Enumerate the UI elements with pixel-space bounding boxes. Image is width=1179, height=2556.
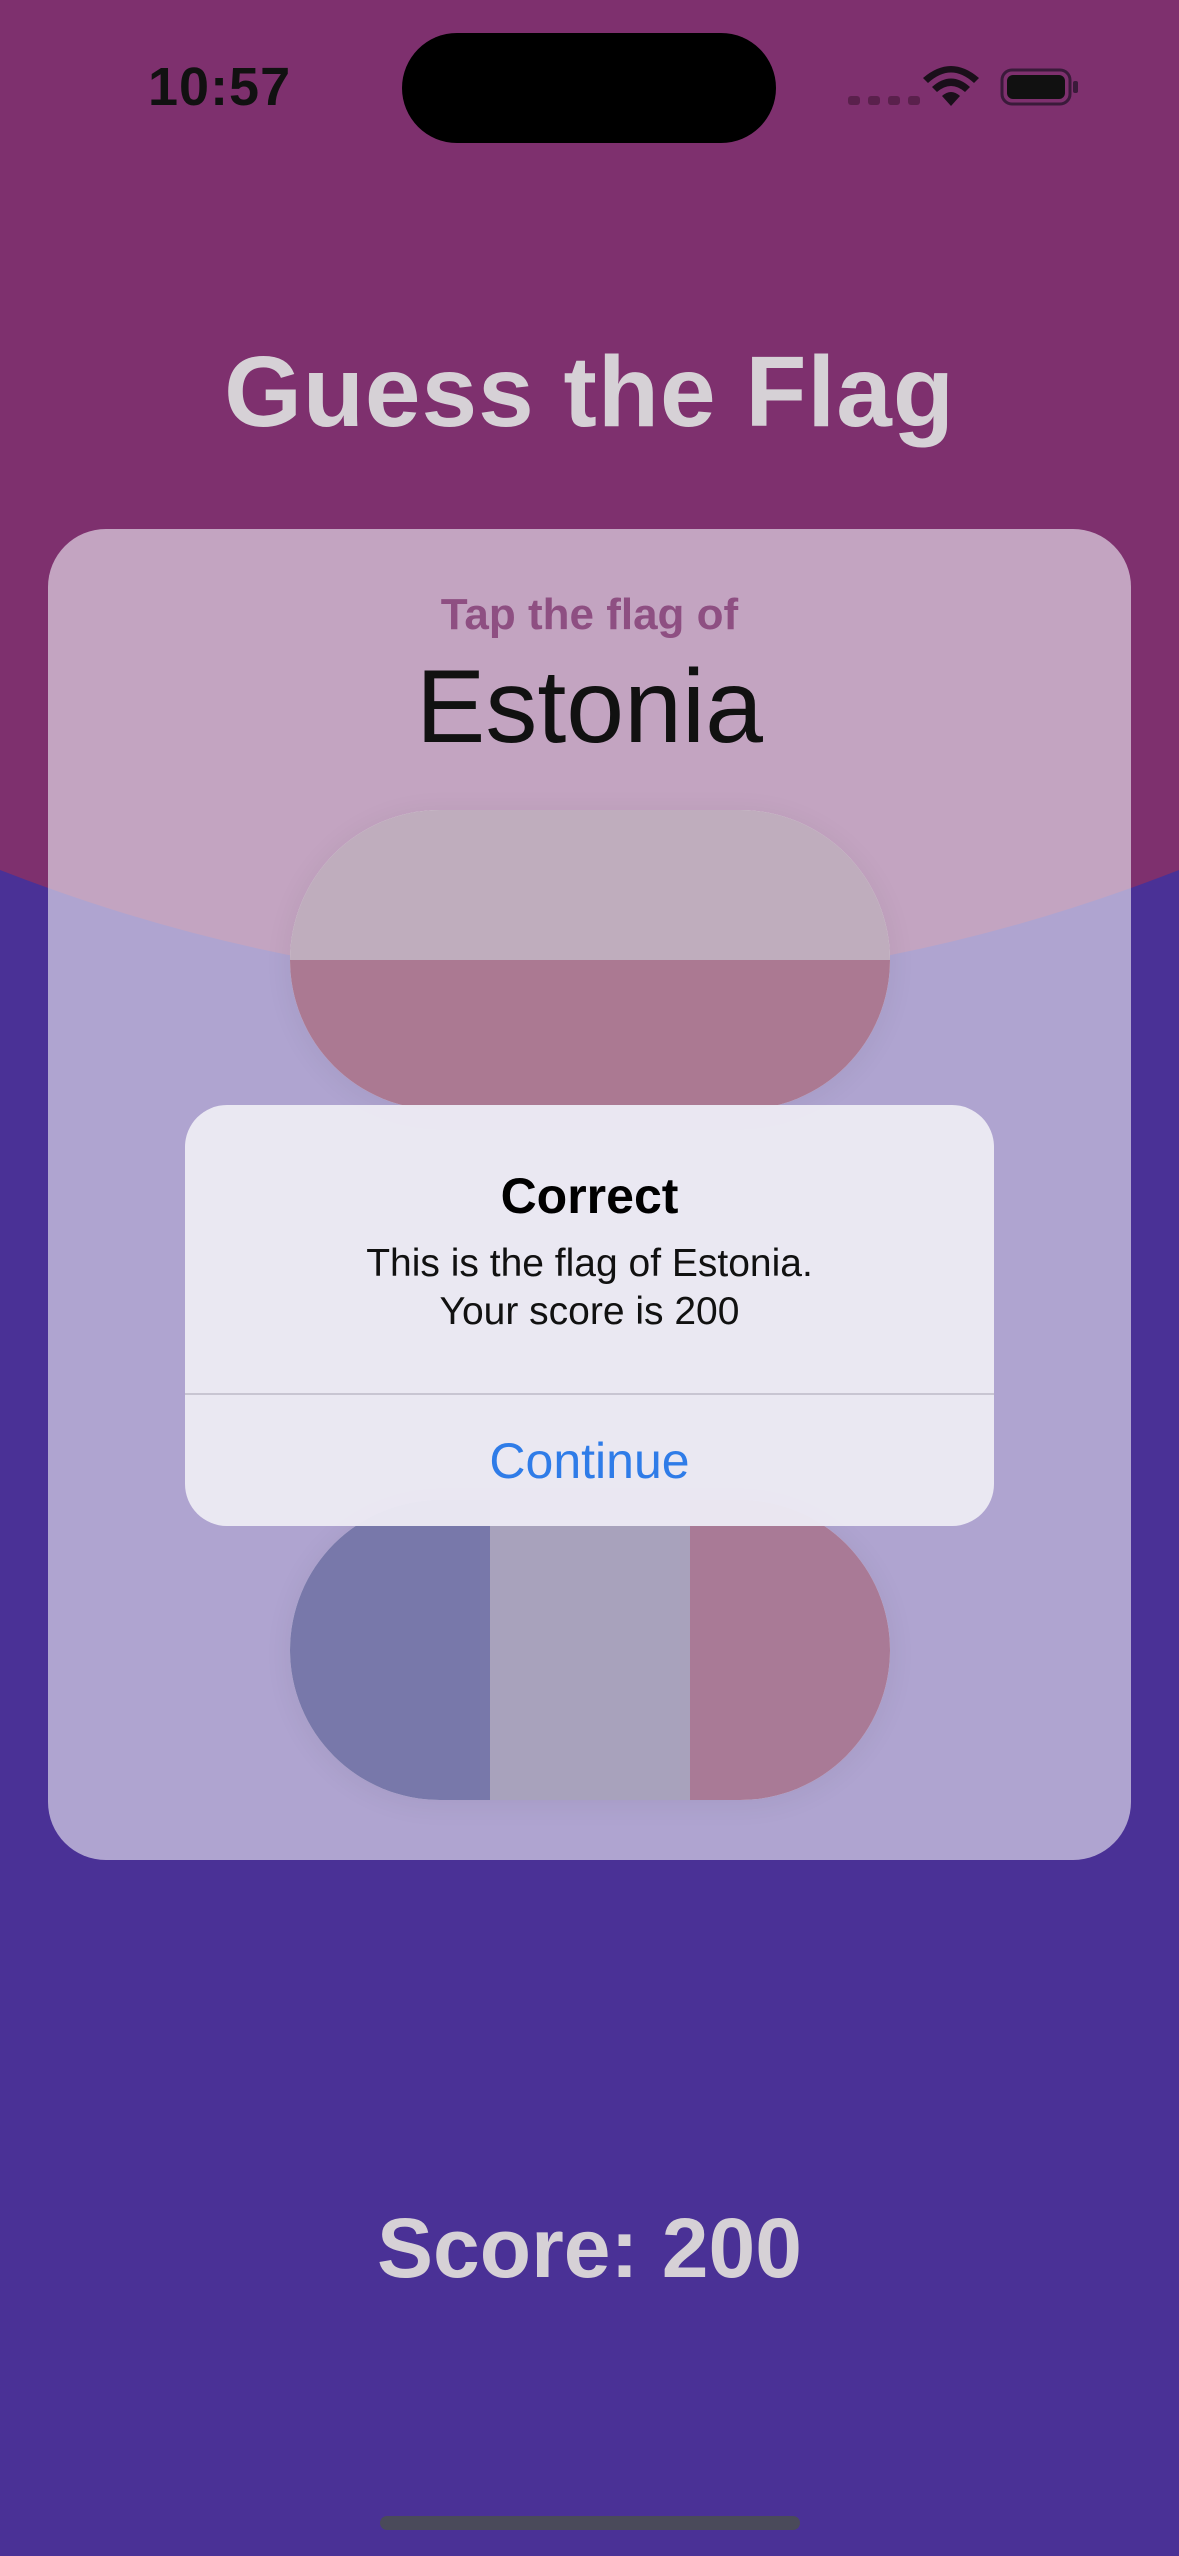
flag-option-3[interactable] xyxy=(290,1500,890,1800)
app-title: Guess the Flag xyxy=(224,336,955,448)
alert-message-line: This is the flag of Estonia. xyxy=(366,1242,813,1285)
home-indicator[interactable] xyxy=(380,2516,800,2530)
score-label: Score: 200 xyxy=(377,2201,802,2295)
continue-button[interactable]: Continue xyxy=(185,1395,994,1526)
dynamic-island xyxy=(402,33,776,143)
flag-band xyxy=(490,1500,690,1800)
flag-band xyxy=(290,960,890,1110)
flag-option-1[interactable] xyxy=(290,810,890,1110)
cellular-signal-icon xyxy=(848,96,920,105)
battery-icon xyxy=(1000,68,1080,111)
alert-message: This is the flag of Estonia. Your score … xyxy=(185,1240,994,1336)
alert-title: Correct xyxy=(500,1168,679,1224)
question-subtitle: Tap the flag of xyxy=(440,590,739,639)
result-alert: Correct This is the flag of Estonia. You… xyxy=(185,1105,994,1526)
status-time: 10:57 xyxy=(148,57,292,117)
question-country: Estonia xyxy=(416,649,763,765)
wifi-icon xyxy=(922,66,980,113)
alert-message-line: Your score is 200 xyxy=(439,1290,740,1333)
flag-band xyxy=(290,810,890,960)
